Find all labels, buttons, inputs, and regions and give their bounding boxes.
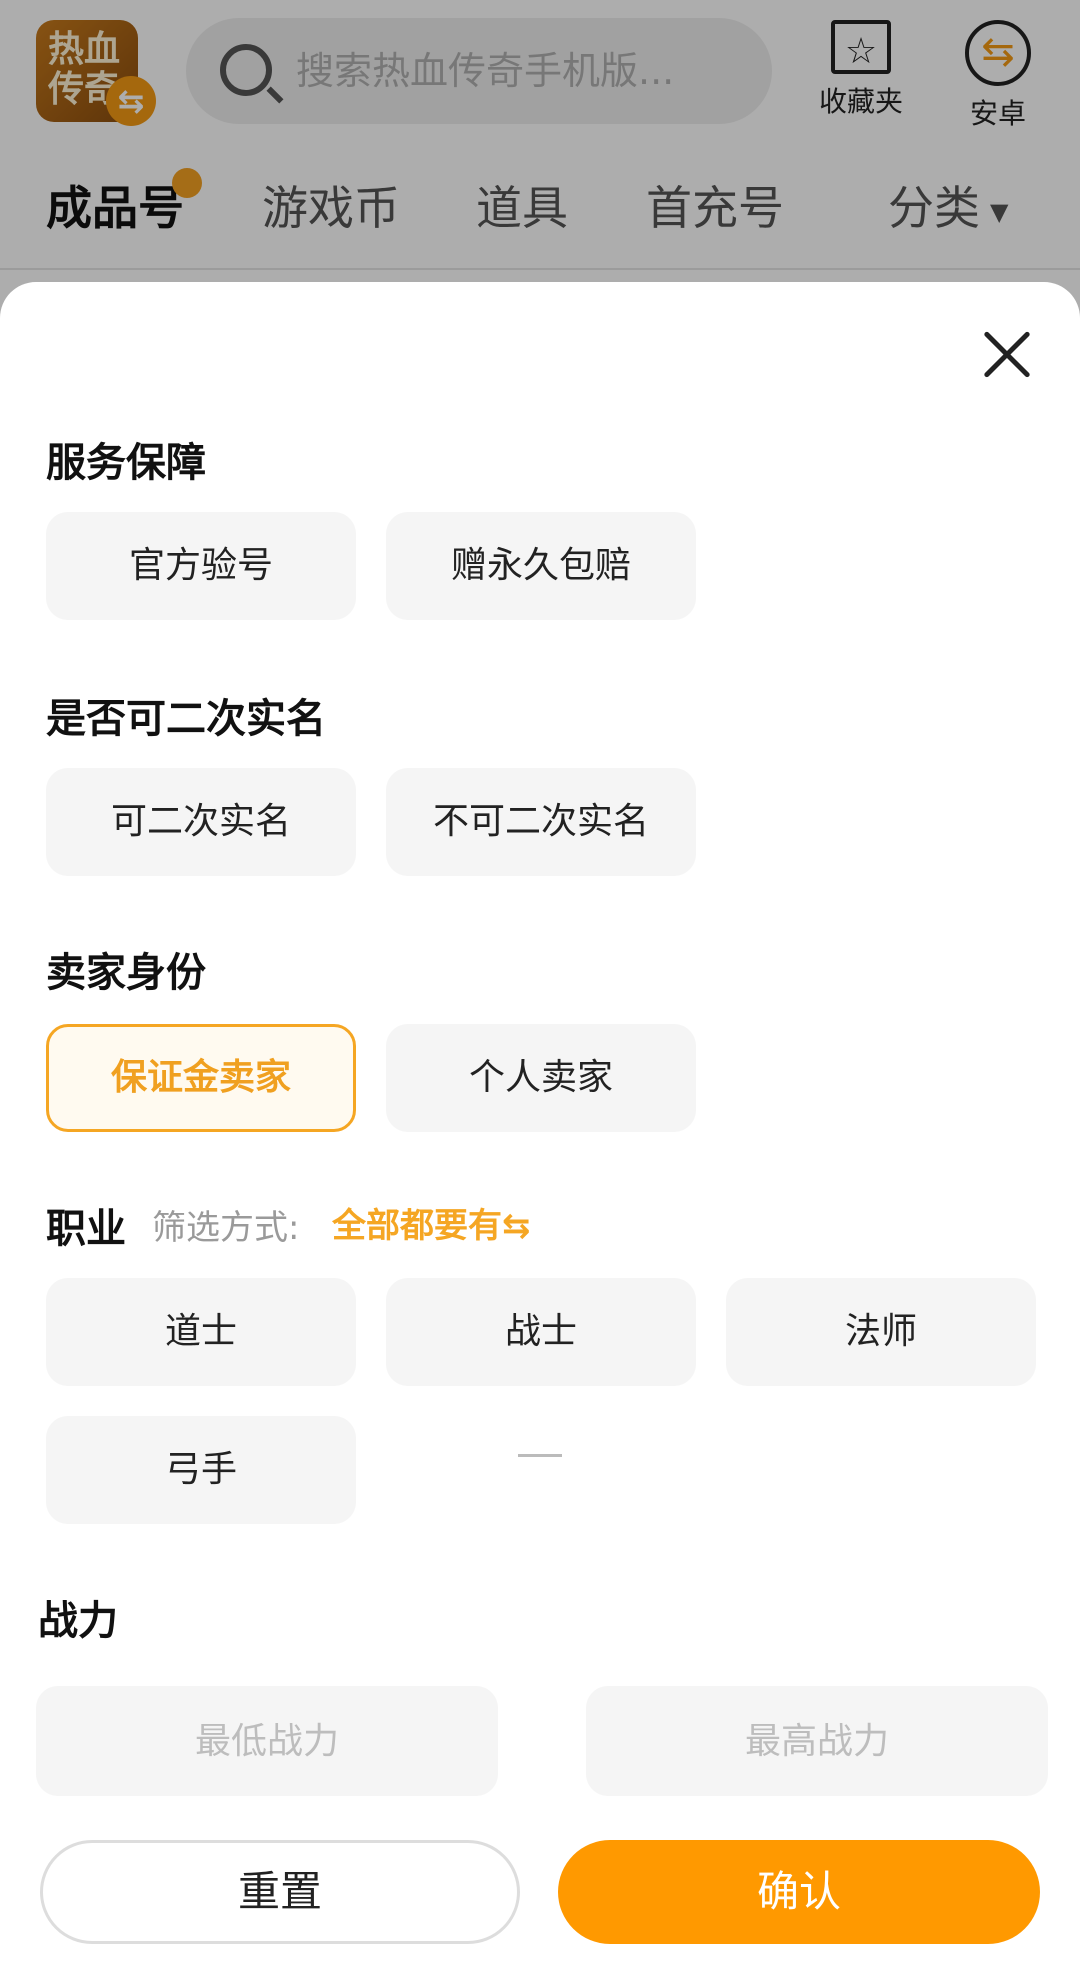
option-job-warrior[interactable]: 战士	[386, 1278, 696, 1386]
section-title-realname: 是否可二次实名	[46, 696, 326, 742]
section-title-seller: 卖家身份	[46, 950, 206, 996]
option-realname-not-allowed[interactable]: 不可二次实名	[386, 768, 696, 876]
option-personal-seller[interactable]: 个人卖家	[386, 1024, 696, 1132]
range-separator	[518, 1454, 562, 1457]
reset-button[interactable]: 重置	[40, 1840, 520, 1944]
option-realname-allowed[interactable]: 可二次实名	[46, 768, 356, 876]
option-job-mage[interactable]: 法师	[726, 1278, 1036, 1386]
close-icon[interactable]	[980, 328, 1034, 382]
filter-mode-label: 筛选方式:	[152, 1208, 300, 1248]
filter-mode-toggle[interactable]: 全部都要有⇆	[332, 1198, 531, 1247]
option-deposit-seller[interactable]: 保证金卖家	[46, 1024, 356, 1132]
confirm-button[interactable]: 确认	[558, 1840, 1040, 1944]
min-power-input[interactable]	[36, 1686, 498, 1796]
option-permanent-compensation[interactable]: 赠永久包赔	[386, 512, 696, 620]
section-title-service: 服务保障	[46, 440, 206, 486]
section-title-power: 战力	[38, 1598, 118, 1644]
option-job-taoist[interactable]: 道士	[46, 1278, 356, 1386]
option-official-verify[interactable]: 官方验号	[46, 512, 356, 620]
max-power-input[interactable]	[586, 1686, 1048, 1796]
option-job-archer[interactable]: 弓手	[46, 1416, 356, 1524]
section-title-job: 职业	[46, 1206, 126, 1252]
filter-sheet: 服务保障 官方验号 赠永久包赔 是否可二次实名 可二次实名 不可二次实名 卖家身…	[0, 282, 1080, 1966]
